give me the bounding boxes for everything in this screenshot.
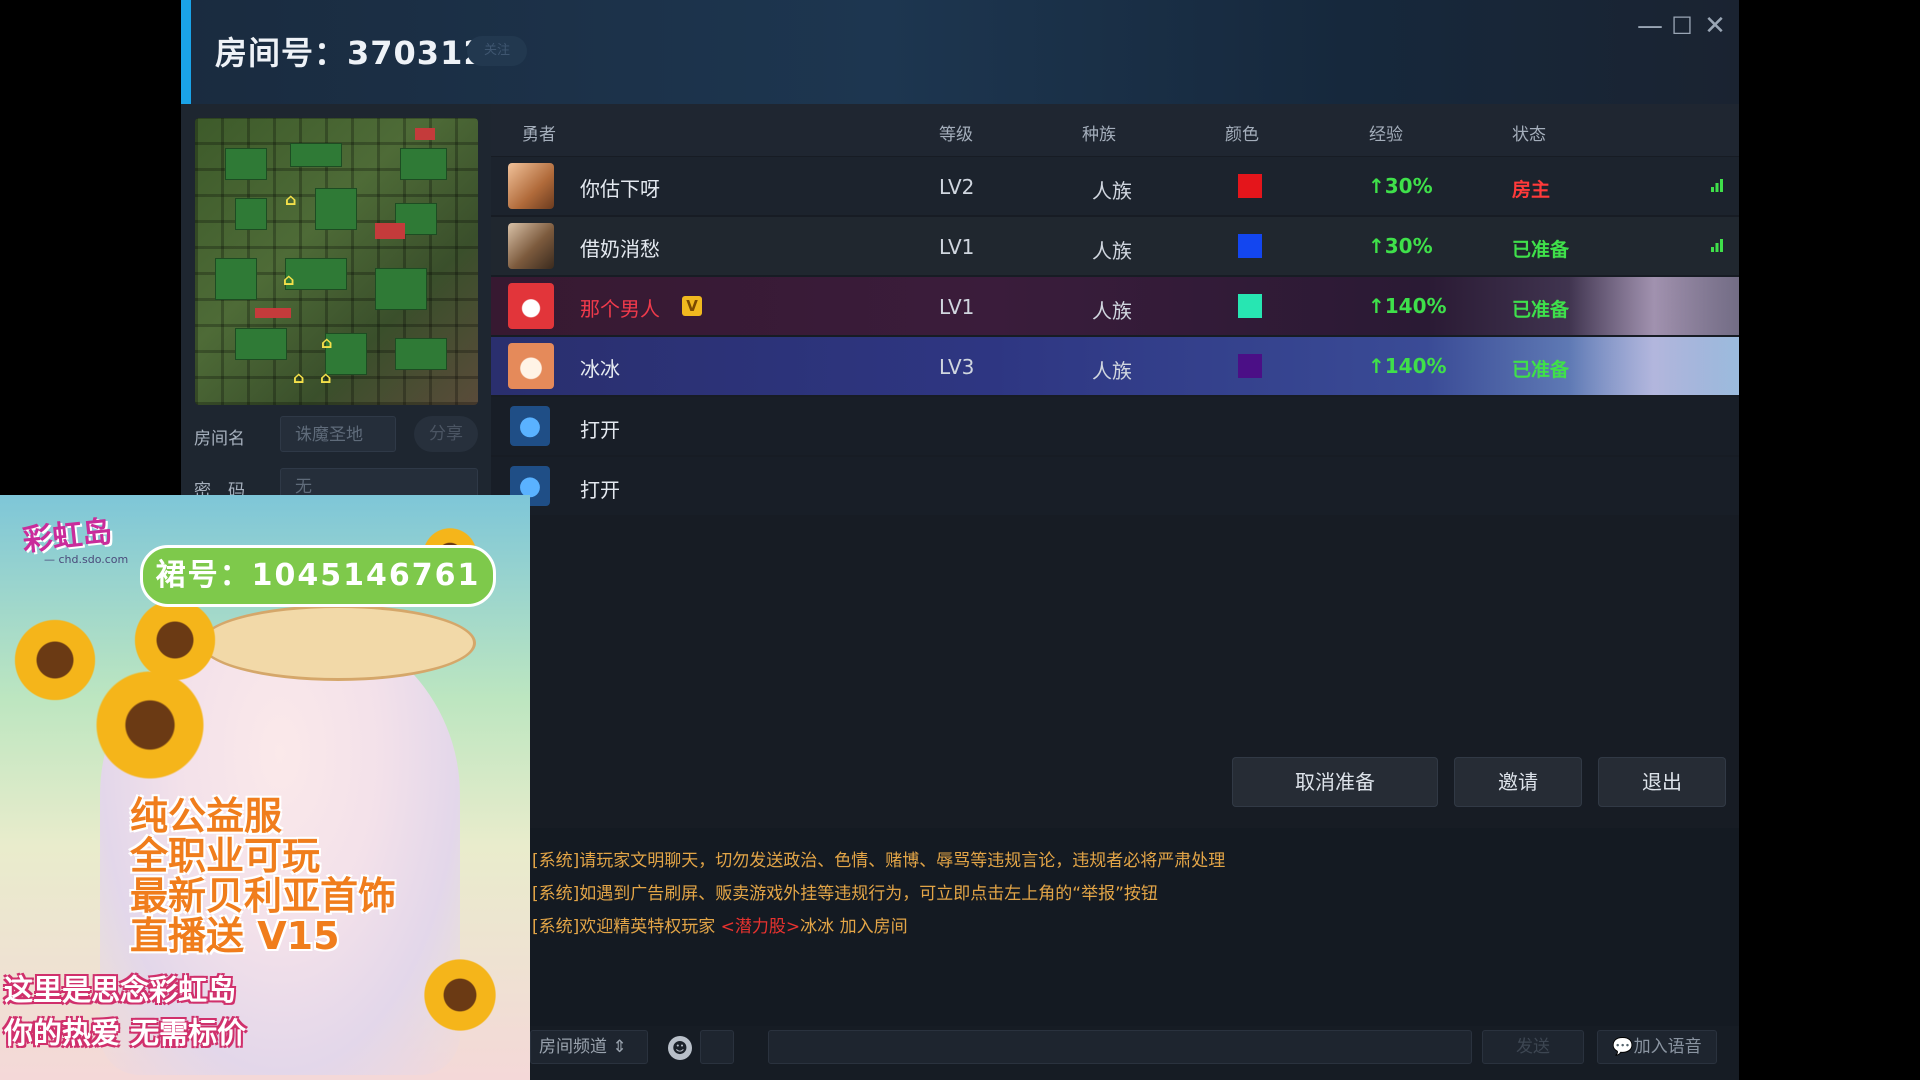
open-slot-label[interactable]: 打开: [580, 414, 620, 443]
header-exp: 经验: [1369, 125, 1403, 145]
player-exp: ↑140%: [1368, 294, 1447, 318]
vip-badge-icon: V: [682, 296, 702, 316]
player-color-swatch: [1238, 174, 1262, 198]
ad-line: 直播送 V15: [130, 914, 340, 958]
player-status-ready: 已准备: [1512, 299, 1570, 321]
header-level: 等级: [939, 125, 973, 145]
exit-button[interactable]: 退出: [1598, 757, 1726, 807]
maximize-icon[interactable]: ☐: [1664, 8, 1700, 44]
player-status-ready: 已准备: [1512, 359, 1570, 381]
player-portrait-banner: [1569, 337, 1739, 395]
chat-message-input[interactable]: [768, 1030, 1472, 1064]
ad-group-number: 裙号：1045146761: [140, 545, 496, 607]
player-status-host: 房主: [1512, 179, 1551, 201]
header-hero: 勇者: [522, 125, 556, 145]
signal-bars-icon: [1711, 239, 1723, 252]
signal-bars-icon: [1711, 179, 1723, 192]
player-color-swatch: [1238, 354, 1262, 378]
player-exp: ↑30%: [1368, 234, 1433, 258]
player-exp: ↑140%: [1368, 354, 1447, 378]
ad-logo-url: — chd.sdo.com: [44, 553, 129, 566]
player-color-swatch: [1238, 294, 1262, 318]
player-exp: ↑30%: [1368, 174, 1433, 198]
close-icon[interactable]: ✕: [1697, 8, 1733, 44]
user-silhouette-icon: ●: [510, 406, 550, 446]
title-accent-bar: [181, 0, 191, 104]
channel-select[interactable]: 房间频道 ⇕: [530, 1030, 648, 1064]
up-arrow-icon: ↑: [1368, 354, 1385, 378]
sunflower-icon: [90, 665, 210, 785]
chat-line: [系统]请玩家文明聊天，切勿发送政治、色情、赌博、辱骂等违规言论，违规者必将严肃…: [532, 851, 1226, 871]
player-level: LV2: [939, 175, 975, 199]
player-avatar: [508, 223, 554, 269]
player-race: 人族: [1092, 299, 1132, 323]
up-arrow-icon: ↑: [1368, 174, 1385, 198]
map-preview[interactable]: ⌂ ⌂ ⌂ ⌂ ⌂: [195, 118, 478, 405]
header-status: 状态: [1512, 125, 1546, 145]
emoji-icon[interactable]: ☻: [668, 1036, 692, 1060]
chat-line: [系统]如遇到广告刷屏、贩卖游戏外挂等违规行为，可立即点击左上角的“举报”按钮: [532, 884, 1158, 904]
chat-line-welcome: [系统]欢迎精英特权玩家 <潜力股>冰冰 加入房间: [532, 917, 908, 937]
ad-hat-illustration: [200, 605, 476, 681]
player-name: 你估下呀: [580, 177, 660, 201]
player-status-ready: 已准备: [1512, 239, 1570, 261]
sunflower-icon: [420, 955, 500, 1035]
player-avatar: [508, 283, 554, 329]
empty-slot-row[interactable]: [491, 457, 1739, 515]
player-color-swatch: [1238, 234, 1262, 258]
header-color: 颜色: [1225, 125, 1259, 145]
invite-button[interactable]: 邀请: [1454, 757, 1582, 807]
player-race: 人族: [1092, 359, 1132, 383]
player-name: 冰冰: [580, 357, 620, 381]
follow-pill[interactable]: 关注: [467, 36, 527, 66]
player-race: 人族: [1092, 239, 1132, 263]
empty-slot-row[interactable]: [491, 397, 1739, 455]
player-level: LV1: [939, 295, 975, 319]
ad-slogan: 这里是思念彩虹岛: [4, 973, 237, 1007]
player-race: 人族: [1092, 179, 1132, 203]
player-name: 借奶消愁: [580, 237, 660, 261]
player-avatar: [508, 163, 554, 209]
chat-option-box[interactable]: [700, 1030, 734, 1064]
room-name-label: 房间名: [194, 429, 245, 449]
chat-bubble-icon: 💬: [1612, 1037, 1634, 1057]
ad-logo: 彩虹岛: [20, 514, 114, 559]
cancel-ready-button[interactable]: 取消准备: [1232, 757, 1438, 807]
sunflower-icon: [10, 615, 100, 705]
sunflower-icon: [130, 595, 220, 685]
player-level: LV1: [939, 235, 975, 259]
header-race: 种族: [1082, 125, 1116, 145]
minimize-icon[interactable]: —: [1632, 8, 1668, 44]
ad-slogan: 你的热爱 无需标价: [4, 1016, 247, 1050]
player-avatar: [508, 343, 554, 389]
room-number-title: 房间号：370312: [215, 34, 487, 72]
send-button[interactable]: 发送: [1482, 1030, 1584, 1064]
player-portrait-banner: [1569, 277, 1739, 335]
player-level: LV3: [939, 355, 975, 379]
share-button[interactable]: 分享: [414, 416, 478, 452]
join-voice-button[interactable]: 💬加入语音: [1597, 1030, 1717, 1064]
player-name: 那个男人: [580, 297, 660, 321]
room-name-field[interactable]: 诛魔圣地: [280, 416, 396, 452]
up-arrow-icon: ↑: [1368, 294, 1385, 318]
open-slot-label[interactable]: 打开: [580, 474, 620, 503]
up-arrow-icon: ↑: [1368, 234, 1385, 258]
ad-banner[interactable]: 彩虹岛 — chd.sdo.com 裙号：1045146761 纯公益服 全职业…: [0, 495, 530, 1080]
